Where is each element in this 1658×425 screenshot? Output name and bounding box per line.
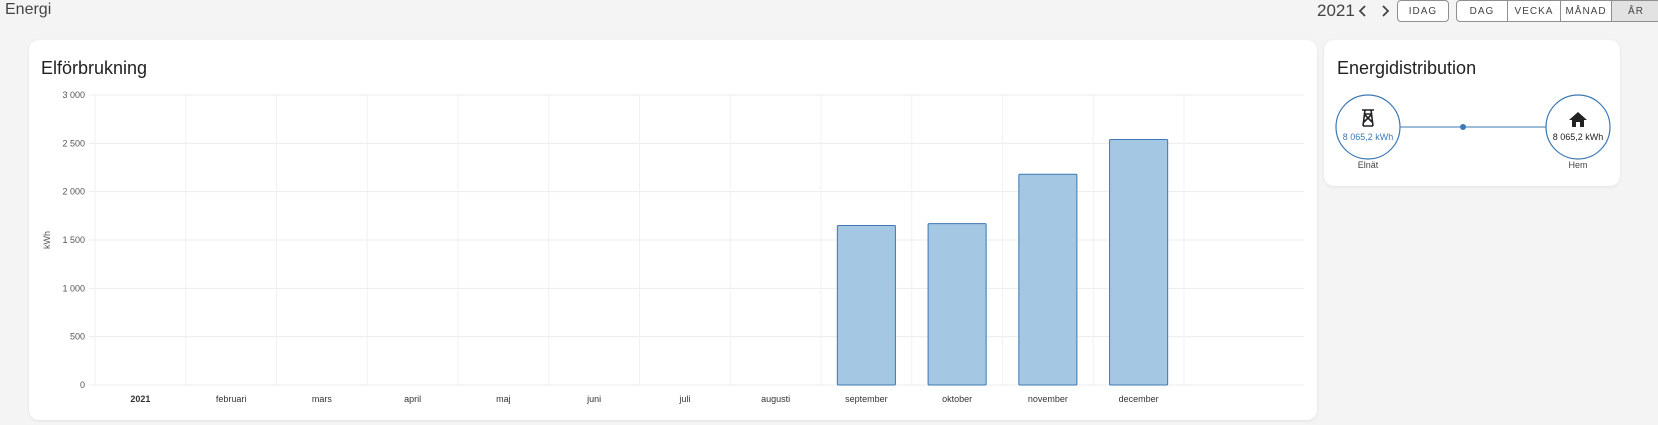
x-tick-label: mars bbox=[312, 394, 332, 404]
home-node[interactable]: 8 065,2 kWh bbox=[1545, 94, 1611, 160]
x-tick-label: februari bbox=[216, 394, 247, 404]
previous-period-button[interactable] bbox=[1355, 2, 1371, 20]
x-tick-label: juni bbox=[586, 394, 601, 404]
consumption-chart: 3 000 2 500 2 000 1 500 1 000 500 0 kWh 2021 febr… bbox=[42, 90, 1304, 404]
grid-node-label: Elnät bbox=[1358, 160, 1379, 170]
chevron-right-icon bbox=[1382, 5, 1390, 17]
bar-december[interactable] bbox=[1109, 138, 1169, 386]
x-tick-label: november bbox=[1028, 394, 1068, 404]
week-button[interactable]: VECKA bbox=[1507, 0, 1561, 22]
year-button[interactable]: ÅR bbox=[1611, 0, 1658, 22]
y-tick-label: 2 500 bbox=[62, 138, 85, 148]
x-tick-label: maj bbox=[496, 394, 511, 404]
y-tick-label: 500 bbox=[70, 332, 85, 342]
y-tick-label: 1 500 bbox=[62, 235, 85, 245]
y-axis-label: kWh bbox=[42, 231, 52, 249]
consumption-card: Elförbrukning 3 000 2 500 2 000 1 500 1 000 5… bbox=[29, 40, 1317, 420]
chevron-left-icon bbox=[1358, 5, 1366, 17]
x-tick-label: 2021 bbox=[130, 394, 150, 404]
page-header-title: Energi bbox=[5, 1, 52, 18]
grid-node[interactable]: 8 065,2 kWh bbox=[1335, 94, 1401, 160]
energy-flow-diagram: 8 065,2 kWh Elnät 8 065,2 kWh Hem bbox=[1335, 94, 1611, 170]
bar-september[interactable] bbox=[836, 225, 896, 386]
x-tick-label: september bbox=[845, 394, 888, 404]
month-button[interactable]: MÅNAD bbox=[1560, 0, 1612, 22]
x-tick-label: april bbox=[404, 394, 421, 404]
x-tick-label: juli bbox=[678, 394, 690, 404]
bar-oktober[interactable] bbox=[927, 223, 987, 386]
y-tick-label: 3 000 bbox=[62, 90, 85, 100]
period-year: 2021 bbox=[1317, 1, 1355, 20]
y-tick-label: 2 000 bbox=[62, 187, 85, 197]
grid-node-value: 8 065,2 kWh bbox=[1343, 132, 1394, 142]
next-period-button[interactable] bbox=[1377, 2, 1393, 20]
today-button[interactable]: IDAG bbox=[1397, 0, 1449, 22]
x-tick-label: oktober bbox=[942, 394, 972, 404]
home-node-value: 8 065,2 kWh bbox=[1553, 132, 1604, 142]
bar-november[interactable] bbox=[1018, 173, 1078, 386]
y-tick-label: 1 000 bbox=[62, 283, 85, 293]
x-tick-label: december bbox=[1119, 394, 1159, 404]
y-tick-label: 0 bbox=[80, 380, 85, 390]
home-node-label: Hem bbox=[1568, 160, 1587, 170]
day-button[interactable]: DAG bbox=[1456, 0, 1508, 22]
distribution-card: Energidistribution 8 065,2 kWh Elnät 8 0… bbox=[1324, 40, 1620, 186]
x-tick-label: augusti bbox=[761, 394, 790, 404]
flow-dot bbox=[1460, 124, 1466, 130]
